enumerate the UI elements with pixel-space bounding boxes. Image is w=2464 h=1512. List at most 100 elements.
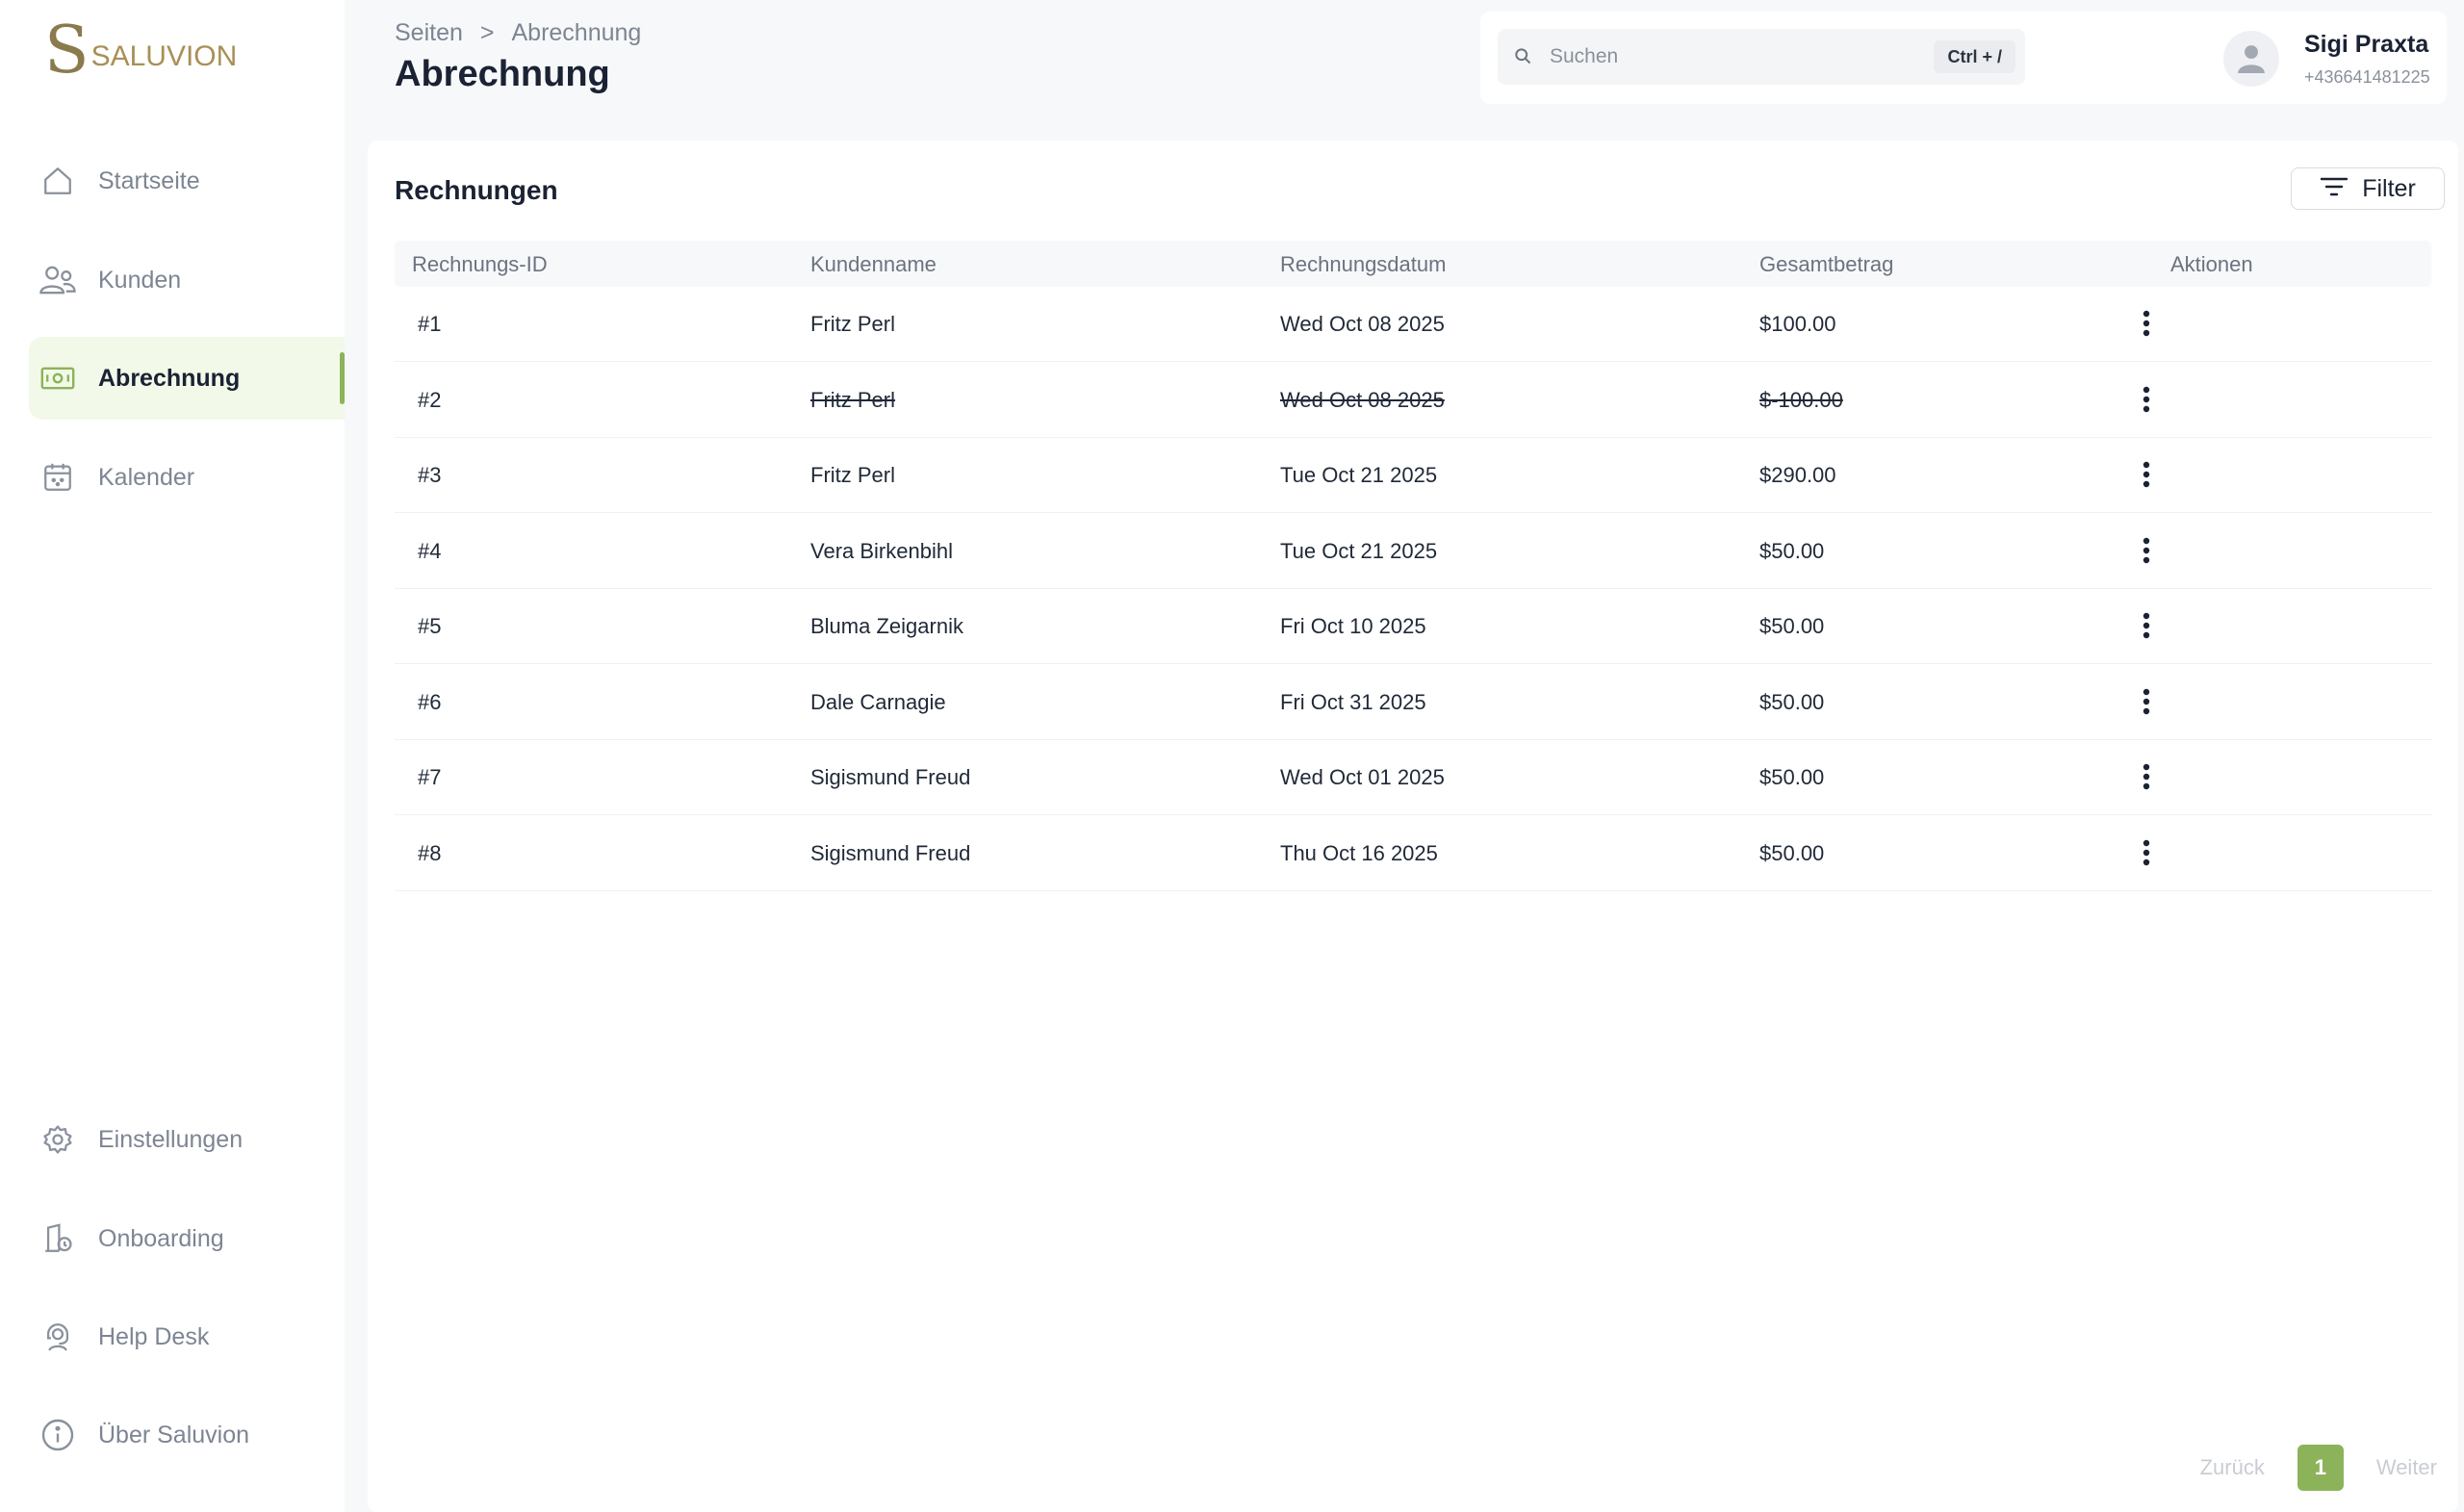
sidebar-item-label: Startseite — [98, 167, 200, 194]
topbar: Ctrl + / Sigi Praxta +436641481225 — [1480, 12, 2447, 104]
more-vertical-icon — [2143, 386, 2150, 412]
filter-icon — [2320, 176, 2348, 202]
search-input[interactable] — [1550, 45, 1915, 68]
cell-customer-name: Bluma Zeigarnik — [810, 614, 963, 638]
cell-total-amount: $50.00 — [1759, 614, 1825, 638]
help-desk-icon — [38, 1318, 77, 1356]
logo-text: SALUVION — [90, 40, 238, 72]
more-vertical-icon — [2143, 612, 2150, 639]
breadcrumb-separator: > — [479, 19, 495, 46]
user-phone: +436641481225 — [2304, 67, 2430, 87]
table-row[interactable]: #6 Dale Carnagie Fri Oct 31 2025 $50.00 — [395, 665, 2431, 740]
cell-invoice-date: Tue Oct 21 2025 — [1280, 463, 1438, 487]
cell-invoice-id: #3 — [418, 463, 442, 487]
column-header-customer: Kundenname — [810, 252, 937, 276]
search-shortcut-badge: Ctrl + / — [1934, 40, 2015, 73]
sidebar-item-label: Help Desk — [98, 1322, 210, 1350]
banknote-icon — [38, 359, 77, 397]
users-icon — [38, 261, 77, 299]
sidebar-item-onboarding[interactable]: Onboarding — [29, 1197, 345, 1280]
row-actions-button[interactable] — [2127, 604, 2166, 647]
cell-invoice-date: Fri Oct 10 2025 — [1280, 614, 1426, 638]
more-vertical-icon — [2143, 310, 2150, 337]
column-header-date: Rechnungsdatum — [1280, 252, 1447, 276]
table-header: Rechnungs-ID Kundenname Rechnungsdatum G… — [395, 241, 2431, 287]
filter-button[interactable]: Filter — [2291, 167, 2445, 210]
sidebar-item-kalender[interactable]: Kalender — [29, 436, 345, 519]
cell-invoice-date: Tue Oct 21 2025 — [1280, 538, 1438, 563]
cell-invoice-date: Wed Oct 08 2025 — [1280, 387, 1445, 412]
column-header-actions: Aktionen — [2170, 252, 2253, 276]
cell-customer-name: Dale Carnagie — [810, 689, 946, 714]
row-actions-button[interactable] — [2127, 680, 2166, 723]
sidebar-item-label: Einstellungen — [98, 1125, 244, 1153]
table-row[interactable]: #8 Sigismund Freud Thu Oct 16 2025 $50.00 — [395, 816, 2431, 891]
sidebar-item-ueber-saluvion[interactable]: Über Saluvion — [29, 1394, 345, 1476]
cell-invoice-id: #5 — [418, 614, 442, 638]
cell-total-amount: $-100.00 — [1759, 387, 1843, 412]
sidebar-item-kunden[interactable]: Kunden — [29, 239, 345, 321]
sidebar-item-label: Kunden — [98, 266, 182, 294]
page-title: Abrechnung — [395, 54, 610, 94]
pagination-prev[interactable]: Zurück — [2200, 1455, 2265, 1480]
more-vertical-icon — [2143, 688, 2150, 714]
more-vertical-icon — [2143, 839, 2150, 865]
search-box[interactable]: Ctrl + / — [1498, 29, 2025, 85]
sidebar-item-einstellungen[interactable]: Einstellungen — [29, 1098, 345, 1181]
row-actions-button[interactable] — [2127, 756, 2166, 798]
cell-invoice-id: #8 — [418, 840, 442, 865]
row-actions-button[interactable] — [2127, 302, 2166, 345]
column-header-amount: Gesamtbetrag — [1759, 252, 1894, 276]
cell-total-amount: $50.00 — [1759, 765, 1825, 789]
cell-total-amount: $290.00 — [1759, 463, 1836, 487]
cell-invoice-id: #1 — [418, 312, 442, 336]
pagination: Zurück 1 Weiter — [2200, 1445, 2437, 1491]
card-title: Rechnungen — [395, 175, 558, 205]
table-row[interactable]: #4 Vera Birkenbihl Tue Oct 21 2025 $50.00 — [395, 514, 2431, 589]
sidebar-item-label: Abrechnung — [98, 364, 241, 392]
search-icon — [1513, 46, 1534, 67]
sidebar-item-help-desk[interactable]: Help Desk — [29, 1295, 345, 1378]
logo[interactable]: S SALUVION — [44, 18, 238, 84]
table-row[interactable]: #3 Fritz Perl Tue Oct 21 2025 $290.00 — [395, 438, 2431, 513]
row-actions-button[interactable] — [2127, 529, 2166, 572]
cell-invoice-date: Fri Oct 31 2025 — [1280, 689, 1426, 714]
row-actions-button[interactable] — [2127, 378, 2166, 421]
cell-invoice-date: Wed Oct 08 2025 — [1280, 312, 1445, 336]
sidebar-item-label: Über Saluvion — [98, 1421, 250, 1448]
filter-label: Filter — [2362, 174, 2416, 202]
cell-invoice-id: #6 — [418, 689, 442, 714]
cell-invoice-date: Wed Oct 01 2025 — [1280, 765, 1445, 789]
home-icon — [38, 162, 77, 200]
cell-customer-name: Fritz Perl — [810, 312, 895, 336]
sidebar-item-label: Onboarding — [98, 1224, 224, 1252]
sidebar-item-startseite[interactable]: Startseite — [29, 140, 345, 222]
invoices-card: Rechnungen Filter Rechnungs-ID Kundennam… — [368, 141, 2458, 1512]
sidebar-item-label: Kalender — [98, 463, 195, 491]
pagination-page-current[interactable]: 1 — [2297, 1445, 2344, 1491]
row-actions-button[interactable] — [2127, 832, 2166, 874]
cell-total-amount: $50.00 — [1759, 538, 1825, 563]
cell-total-amount: $50.00 — [1759, 689, 1825, 714]
cell-invoice-date: Thu Oct 16 2025 — [1280, 840, 1438, 865]
avatar[interactable] — [2223, 31, 2279, 87]
info-icon — [38, 1416, 77, 1454]
cell-customer-name: Vera Birkenbihl — [810, 538, 953, 563]
cell-customer-name: Fritz Perl — [810, 387, 895, 412]
table-row[interactable]: #1 Fritz Perl Wed Oct 08 2025 $100.00 — [395, 287, 2431, 362]
table-row[interactable]: #2 Fritz Perl Wed Oct 08 2025 $-100.00 — [395, 363, 2431, 438]
pagination-next[interactable]: Weiter — [2376, 1455, 2437, 1480]
more-vertical-icon — [2143, 537, 2150, 563]
table-row[interactable]: #7 Sigismund Freud Wed Oct 01 2025 $50.00 — [395, 740, 2431, 815]
cell-customer-name: Sigismund Freud — [810, 765, 971, 789]
user-name[interactable]: Sigi Praxta — [2304, 31, 2428, 59]
gear-icon — [38, 1120, 77, 1159]
sidebar-item-abrechnung[interactable]: Abrechnung — [29, 337, 345, 420]
cell-total-amount: $100.00 — [1759, 312, 1836, 336]
row-actions-button[interactable] — [2127, 453, 2166, 496]
breadcrumb-root[interactable]: Seiten — [395, 19, 463, 47]
table-row[interactable]: #5 Bluma Zeigarnik Fri Oct 10 2025 $50.00 — [395, 589, 2431, 664]
column-header-id: Rechnungs-ID — [412, 252, 548, 276]
sidebar: S SALUVION Startseite Kunden Abrechnung … — [0, 0, 345, 1512]
onboarding-icon — [38, 1219, 77, 1258]
